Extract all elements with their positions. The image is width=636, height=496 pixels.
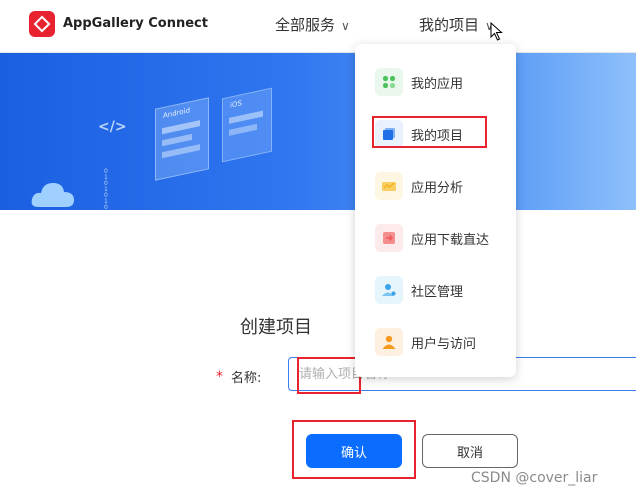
analytics-icon [375,172,403,200]
menu-item-label: 用户与访问 [411,337,477,352]
ios-card-label: iOS [230,99,242,110]
menu-item-community[interactable]: 社区管理 [355,268,516,312]
menu-item-label: 我的项目 [411,129,464,144]
menu-item-app-analytics[interactable]: 应用分析 [355,164,516,208]
code-symbol: </> [98,119,127,135]
community-icon [375,276,403,304]
appgallery-logo-icon[interactable] [29,11,55,37]
form-title: 创建项目 [240,317,312,338]
required-mark: * [216,369,223,385]
menu-item-label: 我的应用 [411,77,464,92]
nav-all-services[interactable]: 全部服务 ∨ [275,14,350,35]
watermark: CSDN @cover_liar [471,470,598,486]
menu-item-label: 应用下载直达 [411,233,490,248]
confirm-button[interactable]: 确认 [306,434,402,468]
my-projects-dropdown: 我的应用 我的项目 应用分析 应用下载直达 社区管理 用户与访问 [355,44,516,377]
app-title[interactable]: AppGallery Connect [63,16,208,31]
ios-card: iOS [222,87,272,163]
binary-deco: 0101010 [104,168,108,211]
menu-item-my-projects[interactable]: 我的项目 [355,112,516,156]
name-label: 名称: [231,371,262,386]
download-icon [375,224,403,252]
nav-my-projects-label: 我的项目 [419,16,480,34]
apps-icon [375,68,403,96]
nav-all-services-label: 全部服务 [275,16,336,34]
menu-item-label: 应用分析 [411,181,464,196]
hero-banner: </> Android iOS 0101010 [0,53,636,210]
chevron-down-icon: ∨ [341,19,350,33]
android-card: Android [155,97,209,181]
project-icon [375,120,403,148]
mouse-cursor-icon [490,22,503,41]
android-card-label: Android [163,106,191,121]
cancel-button[interactable]: 取消 [422,434,518,468]
cloud-icon [31,183,75,207]
menu-item-user-access[interactable]: 用户与访问 [355,320,516,364]
menu-item-my-apps[interactable]: 我的应用 [355,60,516,104]
menu-item-app-download[interactable]: 应用下载直达 [355,216,516,260]
menu-item-label: 社区管理 [411,285,464,300]
user-icon [375,328,403,356]
top-bar: AppGallery Connect 全部服务 ∨ 我的项目 ∨ [0,0,636,53]
nav-my-projects[interactable]: 我的项目 ∨ [419,14,494,35]
